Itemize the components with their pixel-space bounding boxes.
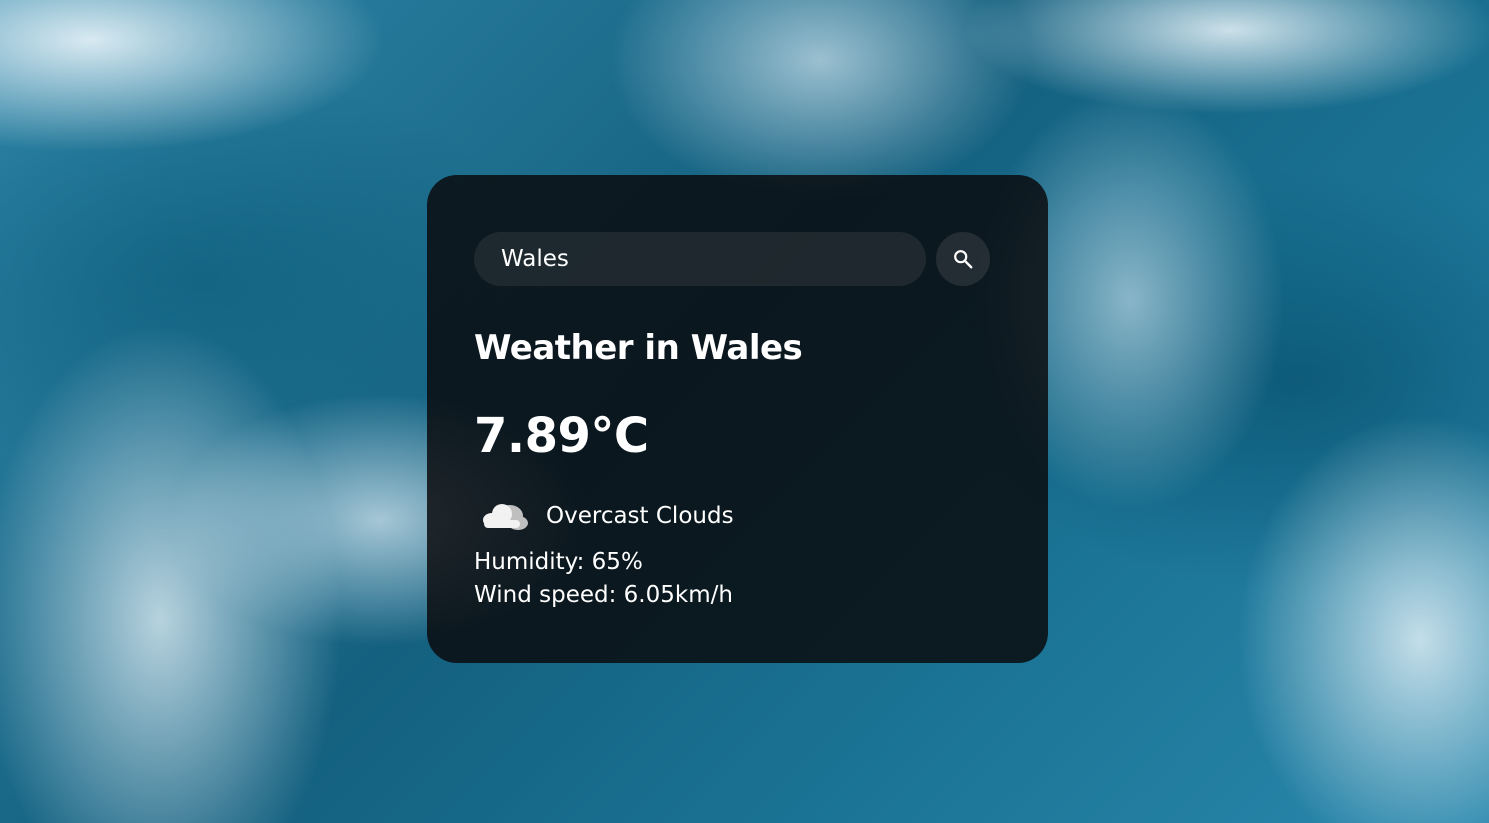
wind-speed-text: Wind speed: 6.05km/h: [474, 582, 733, 608]
weather-card: Weather in Wales 7.89°C Overcast Clouds …: [427, 175, 1048, 663]
humidity-text: Humidity: 65%: [474, 549, 643, 575]
temperature: 7.89°C: [474, 408, 649, 464]
search-bar: [474, 232, 1001, 286]
weather-description: Overcast Clouds: [546, 503, 734, 529]
search-icon: [954, 250, 973, 269]
weather-condition: Overcast Clouds: [474, 498, 1001, 534]
cloud-icon: [483, 504, 528, 530]
weather-stats: Humidity: 65% Wind speed: 6.05km/h: [474, 546, 1001, 612]
city-title: Weather in Wales: [474, 328, 803, 368]
search-button[interactable]: [936, 232, 990, 286]
search-input[interactable]: [474, 232, 926, 286]
